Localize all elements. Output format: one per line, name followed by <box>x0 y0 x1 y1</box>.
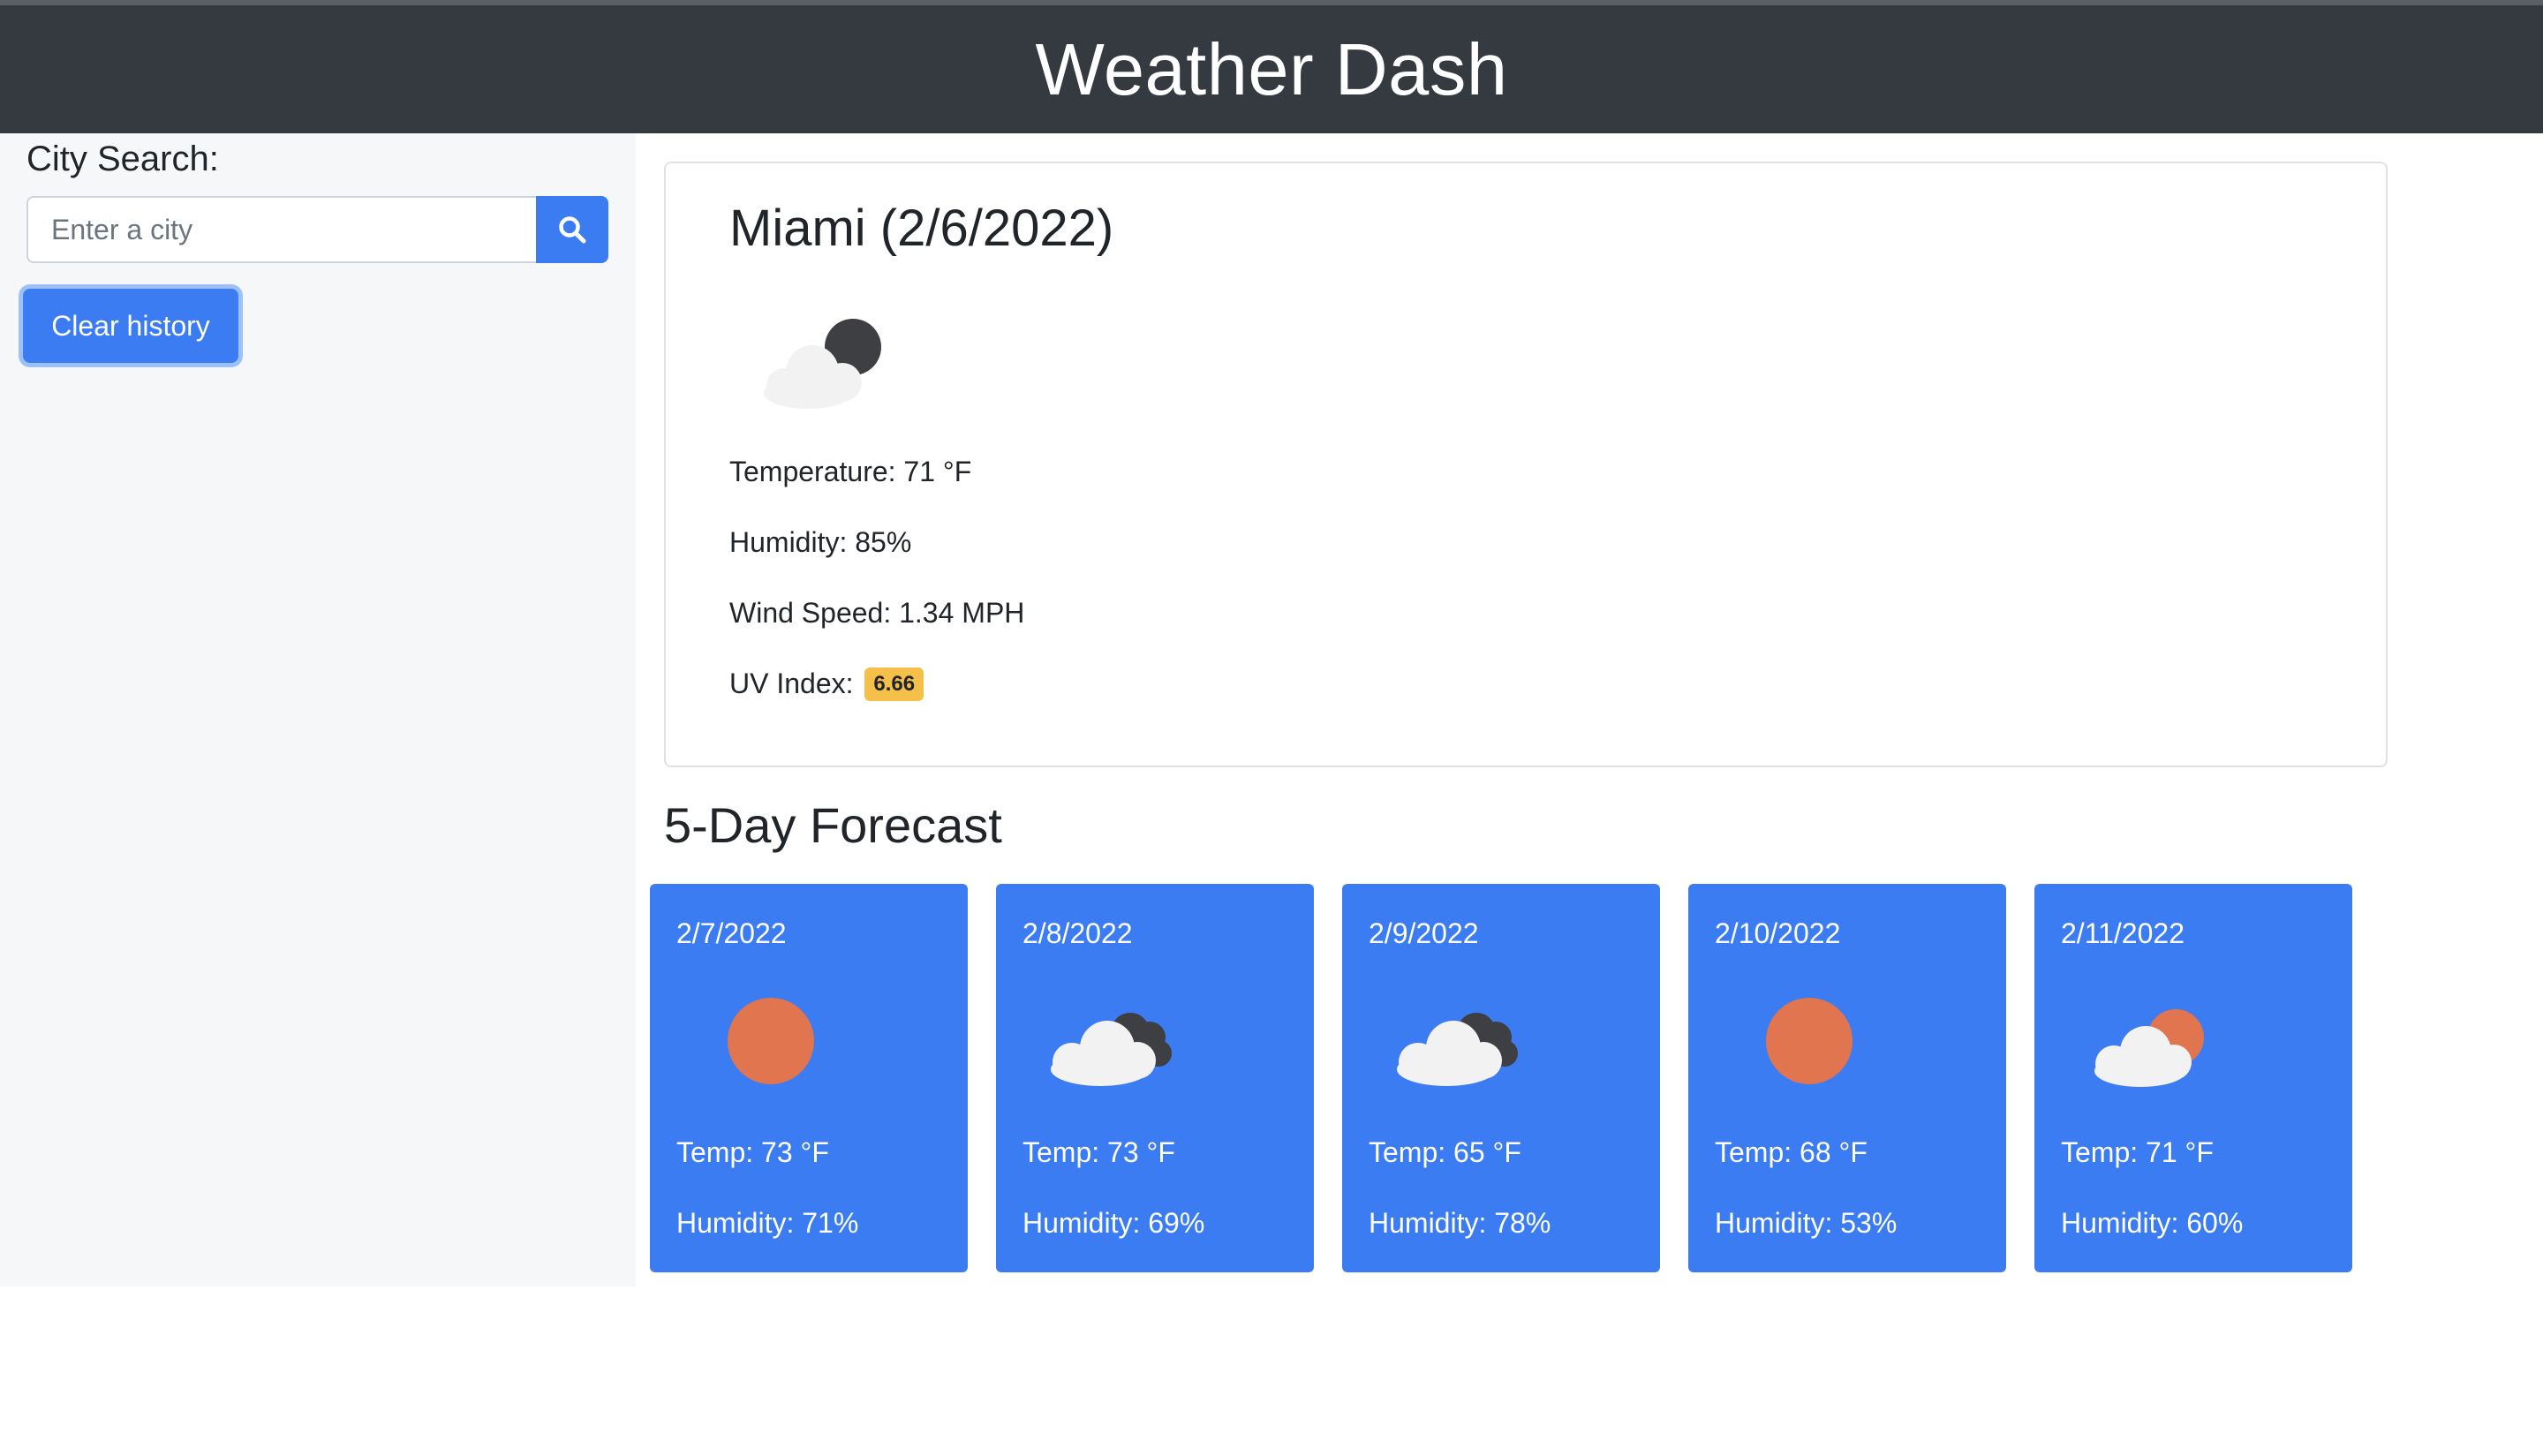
current-weather-card: Miami (2/6/2022) Temperature: 71 °F Humi… <box>664 162 2388 767</box>
app-title: Weather Dash <box>1035 27 1508 110</box>
forecast-card: 2/8/2022 Temp: 73 °F Humidity: 69% <box>996 884 1314 1272</box>
forecast-temp: Temp: 68 °F <box>1715 1136 1868 1168</box>
forecast-humidity: Humidity: 60% <box>2061 1207 2244 1239</box>
search-button[interactable] <box>536 196 608 263</box>
forecast-humidity: Humidity: 53% <box>1715 1207 1898 1239</box>
forecast-temp: Temp: 71 °F <box>2061 1136 2214 1168</box>
search-icon <box>559 216 586 244</box>
uv-index-row: UV Index: 6.66 <box>729 667 924 703</box>
forecast-date: 2/7/2022 <box>676 917 787 949</box>
current-city-title: Miami (2/6/2022) <box>729 200 1114 257</box>
forecast-title: 5-Day Forecast <box>664 797 1002 853</box>
forecast-humidity: Humidity: 69% <box>1022 1207 1205 1239</box>
forecast-card: 2/10/2022 Temp: 68 °F Humidity: 53% <box>1688 884 2006 1272</box>
forecast-date: 2/9/2022 <box>1369 917 1479 949</box>
forecast-date: 2/11/2022 <box>2061 917 2185 949</box>
clear-history-button[interactable]: Clear history <box>23 289 238 363</box>
forecast-temp: Temp: 73 °F <box>676 1136 829 1168</box>
search-input[interactable] <box>26 196 536 263</box>
uv-index-badge: 6.66 <box>864 667 924 701</box>
forecast-card: 2/7/2022 Temp: 73 °F Humidity: 71% <box>650 884 968 1272</box>
forecast-card: 2/9/2022 Temp: 65 °F Humidity: 78% <box>1342 884 1660 1272</box>
forecast-date: 2/8/2022 <box>1022 917 1133 949</box>
cloudy-night-icon <box>759 313 892 415</box>
sun-icon <box>712 981 835 1100</box>
wind-speed-text: Wind Speed: 1.34 MPH <box>729 597 1025 629</box>
forecast-humidity: Humidity: 78% <box>1369 1207 1551 1239</box>
city-search-label: City Search: <box>26 140 219 178</box>
cloudy-night-icon <box>1045 981 1178 1100</box>
humidity-text: Humidity: 85% <box>729 526 912 558</box>
app-header: Weather Dash <box>0 5 2543 133</box>
sun-icon <box>1750 981 1874 1100</box>
forecast-temp: Temp: 73 °F <box>1022 1136 1175 1168</box>
forecast-card: 2/11/2022 Temp: 71 °F Humidity: 60% <box>2034 884 2352 1272</box>
search-group <box>26 196 608 263</box>
cloudy-night-icon <box>1392 981 1524 1100</box>
forecast-temp: Temp: 65 °F <box>1369 1136 1521 1168</box>
forecast-date: 2/10/2022 <box>1715 917 1841 949</box>
partly-cloudy-icon <box>2087 981 2220 1100</box>
temperature-text: Temperature: 71 °F <box>729 456 972 487</box>
forecast-humidity: Humidity: 71% <box>676 1207 859 1239</box>
uv-index-label: UV Index: <box>729 668 854 699</box>
